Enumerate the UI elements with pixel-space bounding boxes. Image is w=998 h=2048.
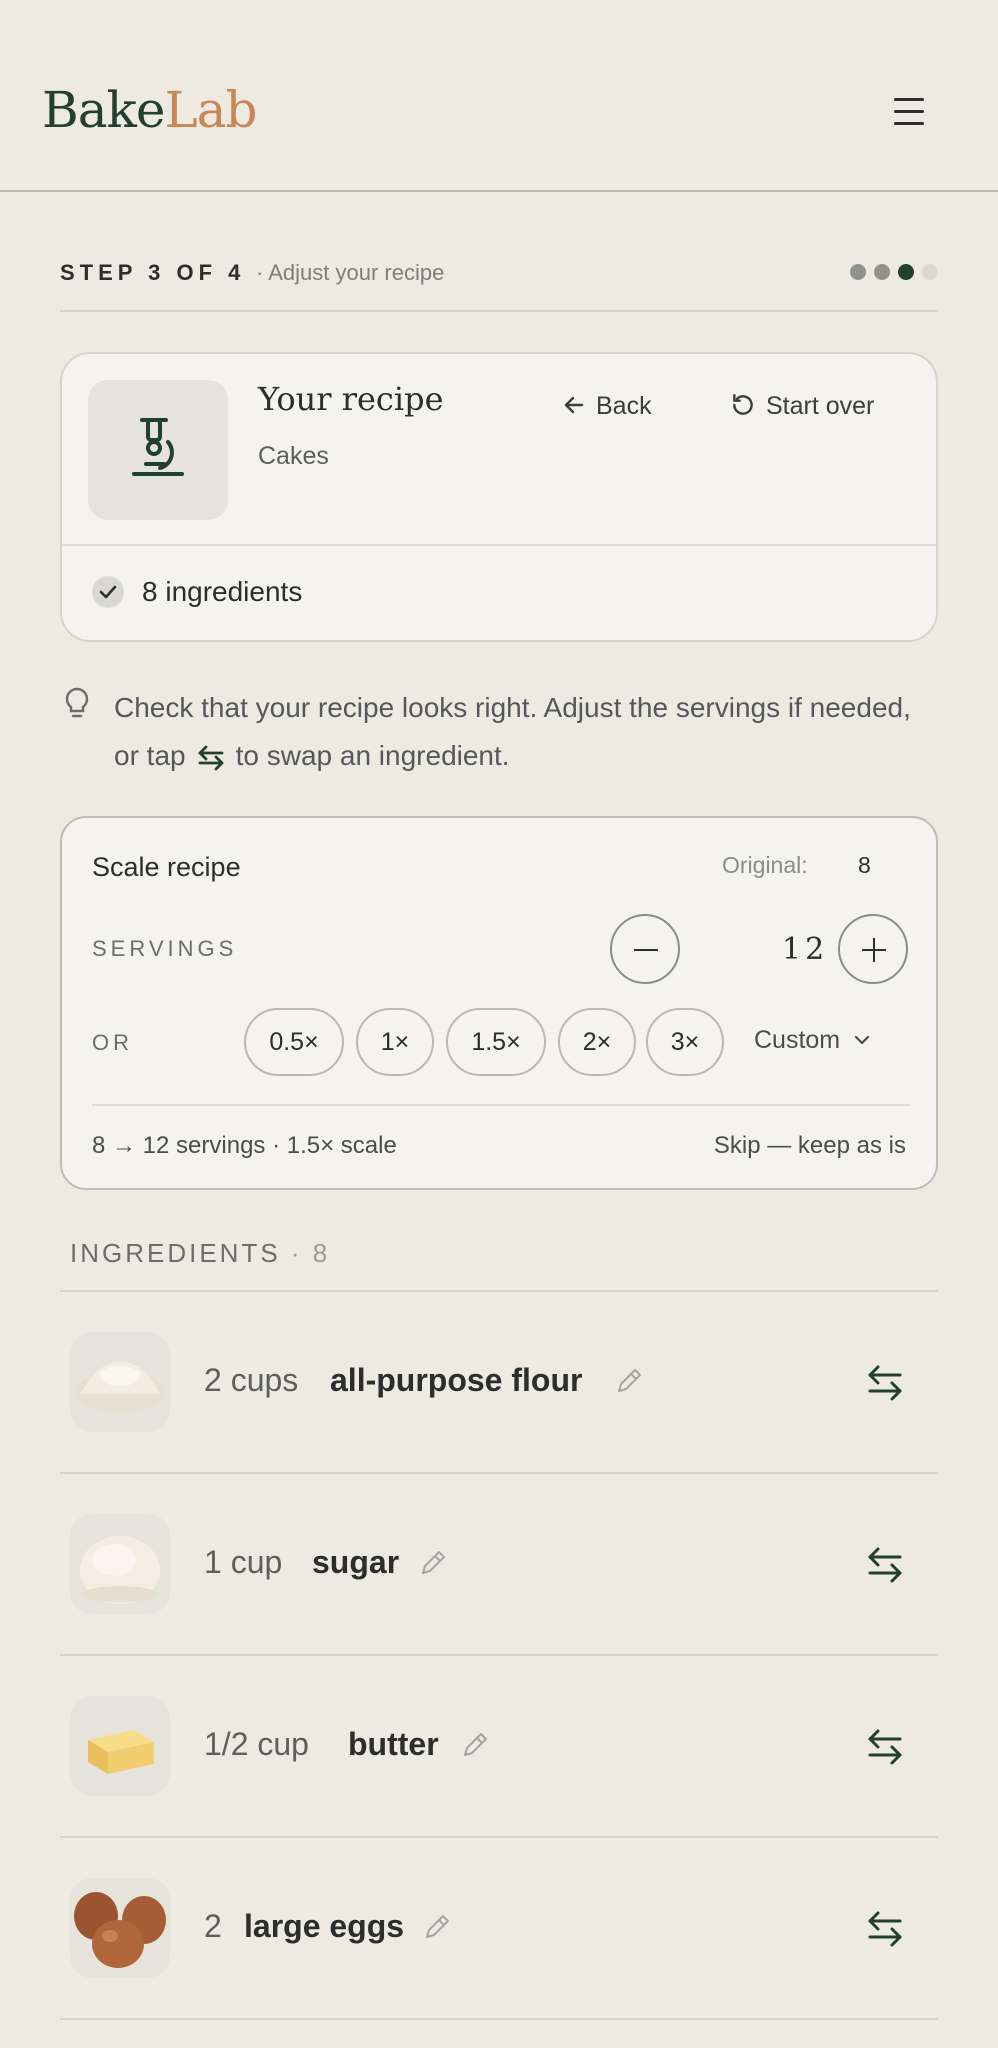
swap-ingredient-button[interactable] bbox=[860, 1358, 910, 1408]
eggs-image bbox=[70, 1878, 170, 1978]
flour-image bbox=[70, 1332, 170, 1432]
step-dot-2 bbox=[874, 264, 890, 280]
increase-servings-button[interactable] bbox=[838, 914, 908, 984]
ingredient-qty: 1 cup bbox=[204, 1544, 283, 1580]
recipe-title: Your recipe bbox=[258, 380, 444, 418]
ingredients-count: · 8 bbox=[290, 1238, 331, 1268]
tip-text-after: to swap an ingredient. bbox=[235, 740, 510, 771]
start-over-button[interactable]: Start over bbox=[730, 392, 874, 432]
pencil-icon[interactable] bbox=[422, 1912, 452, 1942]
scale-chip-0-5x[interactable]: 0.5× bbox=[244, 1008, 344, 1076]
logo-part-bake: Bake bbox=[42, 81, 165, 139]
butter-image bbox=[70, 1696, 170, 1796]
swap-ingredient-button[interactable] bbox=[860, 1904, 910, 1954]
ingredient-row: 2 large eggs bbox=[60, 1838, 938, 2020]
original-label: Original: bbox=[722, 852, 808, 878]
skip-button[interactable]: Skip — keep as is bbox=[714, 1132, 906, 1160]
ingredients-header: INGREDIENTS · 8 bbox=[70, 1238, 330, 1269]
scale-divider bbox=[92, 1104, 910, 1106]
start-over-label: Start over bbox=[766, 392, 875, 420]
scale-chip-3x[interactable]: 3× bbox=[646, 1008, 724, 1076]
step-subtitle: · Adjust your recipe bbox=[256, 260, 445, 285]
tip-text-before: Check that your recipe looks right. Adju… bbox=[114, 692, 911, 771]
step-label: STEP 3 OF 4 bbox=[60, 260, 246, 285]
chevron-down-icon bbox=[854, 1035, 870, 1045]
step-dot-1 bbox=[850, 264, 866, 280]
step-dot-4 bbox=[922, 264, 938, 280]
scale-card: Scale recipe Original: 8 SERVINGS 12 OR … bbox=[60, 816, 938, 1190]
back-button[interactable]: Back bbox=[562, 392, 652, 432]
ingredients-title: INGREDIENTS bbox=[70, 1238, 281, 1268]
pencil-icon[interactable] bbox=[418, 1548, 448, 1578]
servings-label: SERVINGS bbox=[92, 936, 238, 961]
decrease-servings-button[interactable] bbox=[610, 914, 680, 984]
ingredient-count: 8 ingredients bbox=[142, 576, 303, 607]
recipe-icon-box bbox=[88, 380, 228, 520]
restart-icon bbox=[733, 394, 753, 415]
check-icon bbox=[92, 576, 124, 608]
scale-chip-1x[interactable]: 1× bbox=[356, 1008, 434, 1076]
logo-part-lab: Lab bbox=[164, 81, 257, 139]
recipe-card: Your recipe Cakes Back Start over 8 ingr… bbox=[60, 352, 938, 642]
ingredient-row: 2 cups all-purpose flour bbox=[60, 1292, 938, 1474]
microscope-icon bbox=[132, 418, 184, 476]
card-divider bbox=[62, 544, 936, 546]
arrow-left-icon bbox=[564, 396, 584, 414]
original-value: 8 bbox=[858, 852, 871, 878]
recipe-category: Cakes bbox=[258, 442, 329, 470]
servings-value: 12 bbox=[782, 932, 829, 967]
pencil-icon[interactable] bbox=[460, 1730, 490, 1760]
step-dot-3 bbox=[898, 264, 914, 280]
scale-title: Scale recipe bbox=[92, 852, 241, 882]
minus-icon bbox=[634, 949, 658, 951]
scale-chip-2x[interactable]: 2× bbox=[558, 1008, 636, 1076]
step-indicator: STEP 3 OF 4 · Adjust your recipe bbox=[60, 256, 938, 312]
ingredient-name: sugar bbox=[312, 1544, 400, 1580]
ingredient-name: butter bbox=[348, 1726, 439, 1762]
back-label: Back bbox=[596, 392, 652, 420]
tip-text: Check that your recipe looks right. Adju… bbox=[114, 684, 934, 780]
sugar-image bbox=[70, 1514, 170, 1614]
ingredient-name: large eggs bbox=[244, 1908, 405, 1944]
hamburger-icon[interactable] bbox=[880, 92, 938, 132]
swap-ingredient-button[interactable] bbox=[860, 1722, 910, 1772]
swap-icon bbox=[198, 745, 224, 771]
ingredient-qty: 2 cups bbox=[204, 1362, 299, 1398]
scale-summary: 8 → 12 servings · 1.5× scale bbox=[92, 1132, 397, 1159]
scale-chip-1-5x[interactable]: 1.5× bbox=[446, 1008, 546, 1076]
pencil-icon[interactable] bbox=[614, 1366, 644, 1396]
or-label: OR bbox=[92, 1030, 133, 1055]
ingredient-qty: 1/2 cup bbox=[204, 1726, 309, 1762]
ingredient-row: 1/2 cup butter bbox=[60, 1656, 938, 1838]
brand-logo[interactable]: BakeLab bbox=[42, 80, 257, 140]
swap-ingredient-button[interactable] bbox=[860, 1540, 910, 1590]
ingredient-row: 1 cup sugar bbox=[60, 1474, 938, 1656]
step-dots bbox=[842, 264, 938, 280]
custom-label: Custom bbox=[754, 1026, 841, 1054]
custom-scale-dropdown[interactable]: Custom bbox=[754, 1026, 871, 1055]
app-header: BakeLab bbox=[0, 0, 998, 192]
ingredient-qty: 2 bbox=[204, 1908, 222, 1944]
lightbulb-icon bbox=[65, 687, 89, 718]
ingredient-name: all-purpose flour bbox=[330, 1362, 583, 1398]
